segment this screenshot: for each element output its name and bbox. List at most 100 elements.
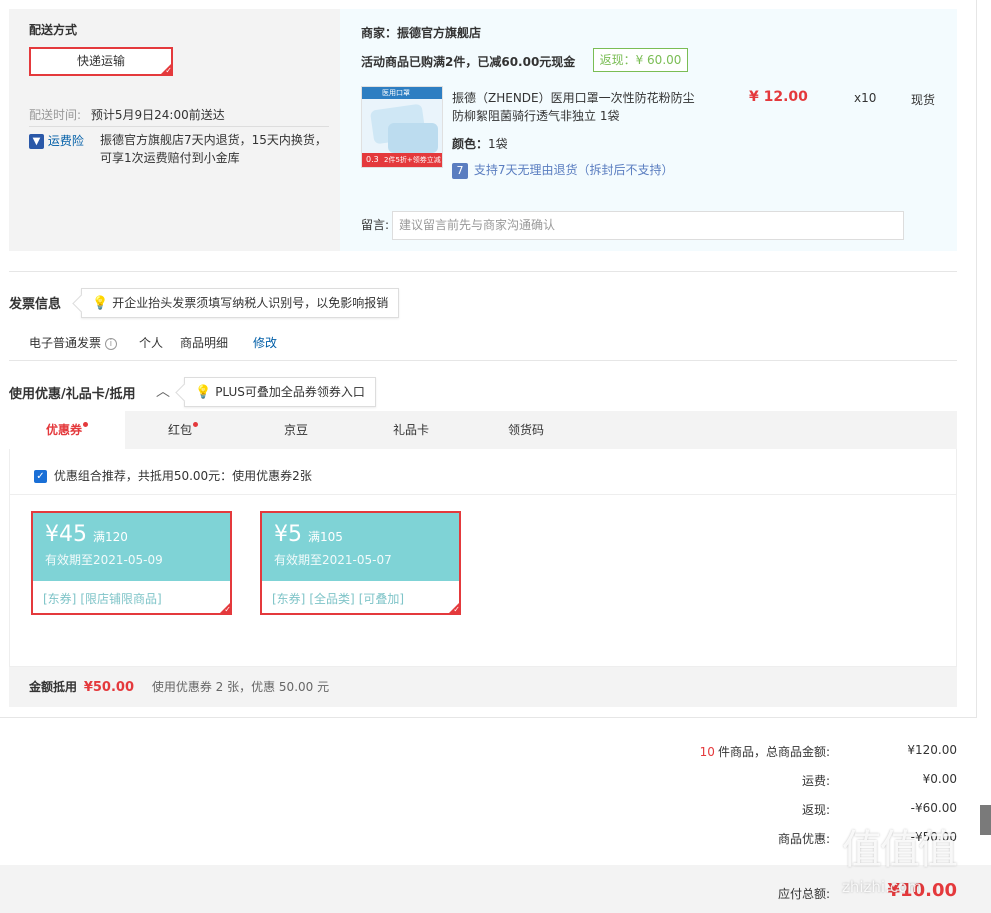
divider <box>29 126 329 127</box>
recommend-checkbox[interactable]: ✓ <box>34 470 47 483</box>
product-title-link[interactable]: 振德（ZHENDE）医用口罩一次性防花粉防尘 防柳絮阻菌骑行透气非独立 1袋 <box>452 89 702 125</box>
product-quantity: x10 <box>854 91 877 105</box>
product-title-line2: 防柳絮阻菌骑行透气非独立 1袋 <box>452 109 620 123</box>
tab-coupons[interactable]: 优惠券 <box>9 411 125 449</box>
goods-total-label: 10 件商品，总商品金额: <box>630 743 830 760</box>
coupon-card[interactable]: ¥5 满105 有效期至2021-05-07 [东券] [全品类] [可叠加] ✓ <box>260 511 461 615</box>
info-icon[interactable]: i <box>104 337 117 350</box>
watermark-logo: 值值值 <box>842 827 958 873</box>
product-color: 颜色：1袋 <box>452 135 508 152</box>
note-input[interactable]: 建议留言前先与商家沟通确认 <box>392 211 904 240</box>
tab-gift-card-label: 礼品卡 <box>392 423 429 437</box>
coupon-amount: ¥5 <box>274 522 302 547</box>
product-image[interactable]: 医用口罩 0.3 2件5折+领劵立减 <box>361 86 443 168</box>
stock-status: 现货 <box>911 93 936 107</box>
coupon-tag: [限店铺限商品] <box>80 592 162 606</box>
insurance-description: 振德官方旗舰店7天内退货，15天内换货， 可享1次运费赔付到小金库 <box>100 131 327 167</box>
goods-total-value: ¥120.00 <box>907 743 957 757</box>
payable-label: 应付总额: <box>777 887 830 901</box>
insurance-desc-line2: 可享1次运费赔付到小金库 <box>100 151 240 165</box>
divider <box>9 360 957 361</box>
freight-insurance-label: 运费险 <box>47 134 84 148</box>
coupon-tag: [全品类] <box>309 592 355 606</box>
color-value: 1袋 <box>488 137 508 151</box>
item-count: 10 <box>699 745 715 759</box>
discount-tabs: 优惠券 红包 京豆 礼品卡 领货码 <box>9 411 957 449</box>
tab-redeem-code-label: 领货码 <box>507 423 544 437</box>
coupon-condition: 满120 <box>93 530 128 544</box>
product-title-line1: 振德（ZHENDE）医用口罩一次性防花粉防尘 <box>452 91 695 105</box>
invoice-person: 个人 <box>139 336 164 350</box>
chevron-up-icon[interactable]: ︿ <box>156 381 170 401</box>
coupon-tag: [东券] <box>272 592 306 606</box>
shop-panel: 商家：振德官方旗舰店 活动商品已购满2件，已减60.00元现金 返现：¥ 60.… <box>340 9 957 251</box>
tab-jingdou-label: 京豆 <box>283 423 308 437</box>
divider <box>0 717 977 718</box>
delivery-panel: 配送方式 快递运输 ✓ 配送时间: 预计5月9日24:00前送达 ▼ 运费险 振… <box>9 9 340 251</box>
plus-coupon-tip-text: PLUS可叠加全品券领券入口 <box>215 385 365 399</box>
tab-red-packets-label: 红包 <box>167 423 192 437</box>
seven-day-return-icon: 7 <box>452 162 468 179</box>
invoice-type-label: 电子普通发票 <box>29 336 102 350</box>
divider <box>10 494 956 495</box>
summary-label: 金额抵用 <box>29 680 78 694</box>
promo-text: 活动商品已购满2件，已减60.00元现金 <box>361 55 576 69</box>
divider <box>976 0 977 717</box>
coupon-amount: ¥45 <box>45 522 87 547</box>
tab-red-packets[interactable]: 红包 <box>125 411 241 449</box>
tab-gift-card[interactable]: 礼品卡 <box>351 411 471 449</box>
tab-jingdou[interactable]: 京豆 <box>241 411 351 449</box>
divider <box>9 271 957 272</box>
coupon-card[interactable]: ¥45 满120 有效期至2021-05-09 [东券] [限店铺限商品] ✓ <box>31 511 232 615</box>
notification-dot-icon <box>193 422 198 427</box>
freight-value: ¥0.00 <box>922 772 957 786</box>
discount-summary: 金额抵用 ¥50.00 使用优惠券 2 张，优惠 50.00 元 <box>9 667 957 707</box>
merchant-name: 商家：振德官方旗舰店 <box>361 26 482 40</box>
product-discount-label: 商品优惠: <box>777 832 830 846</box>
invoice-detail: 商品明细 <box>180 336 229 350</box>
site-watermark: 值值值 zhizhi.com <box>842 828 991 913</box>
coupon-expiry: 有效期至2021-05-09 <box>45 553 163 567</box>
product-price: ¥ 12.00 <box>749 89 808 105</box>
selected-check-icon: ✓ <box>218 601 232 615</box>
color-label: 颜色： <box>452 137 489 151</box>
watermark-site: zhizhi.com <box>842 878 922 896</box>
invoice-type: 电子普通发票 i <box>29 334 117 351</box>
summary-amount: ¥50.00 <box>83 680 135 695</box>
insurance-desc-line1: 振德官方旗舰店7天内退货，15天内换货， <box>100 133 327 147</box>
product-image-price: 0.3 <box>366 155 379 164</box>
return-policy: 7 支持7天无理由退货（拆封后不支持） <box>452 161 673 179</box>
product-image-bottom-text: 2件5折+领劵立减 <box>384 156 441 164</box>
delivery-time: 配送时间: 预计5月9日24:00前送达 <box>29 106 225 123</box>
shield-icon: ▼ <box>29 134 44 149</box>
recommend-row: ✓ 优惠组合推荐，共抵用50.00元：使用优惠券2张 <box>34 467 312 484</box>
invoice-title: 发票信息 <box>9 297 62 312</box>
express-delivery-button[interactable]: 快递运输 ✓ <box>29 47 173 76</box>
cashback-value: -¥60.00 <box>910 801 957 815</box>
cashback-badge: 返现：¥ 60.00 <box>593 48 688 72</box>
note-label: 留言: <box>361 218 390 232</box>
tab-redeem-code[interactable]: 领货码 <box>471 411 581 449</box>
plus-coupon-tip[interactable]: 💡 PLUS可叠加全品券领券入口 <box>184 377 376 407</box>
coupon-tag: [可叠加] <box>358 592 405 606</box>
delivery-time-value: 预计5月9日24:00前送达 <box>90 108 225 122</box>
coupon-condition: 满105 <box>308 530 343 544</box>
selected-check-icon: ✓ <box>159 62 173 76</box>
return-policy-text: 支持7天无理由退货（拆封后不支持） <box>473 163 674 177</box>
freight-insurance-link[interactable]: ▼ 运费险 <box>29 132 84 149</box>
lightbulb-icon: 💡 <box>92 296 109 311</box>
delivery-section-label: 配送方式 <box>29 23 78 37</box>
freight-label: 运费: <box>801 774 830 788</box>
notification-dot-icon <box>83 422 88 427</box>
coupon-tag: [东券] <box>43 592 77 606</box>
coupon-expiry: 有效期至2021-05-07 <box>274 553 392 567</box>
invoice-tip-text: 开企业抬头发票须填写纳税人识别号，以免影响报销 <box>112 296 389 310</box>
recommend-text: 优惠组合推荐，共抵用50.00元：使用优惠券2张 <box>53 469 312 483</box>
discount-title: 使用优惠/礼品卡/抵用 <box>9 387 136 402</box>
selected-check-icon: ✓ <box>447 601 461 615</box>
invoice-tip: 💡 开企业抬头发票须填写纳税人识别号，以免影响报销 <box>81 288 400 318</box>
goods-total-text: 件商品，总商品金额: <box>717 745 830 759</box>
product-image-top-text: 医用口罩 <box>382 89 410 97</box>
cashback-label: 返现: <box>801 803 830 817</box>
invoice-edit-link[interactable]: 修改 <box>253 334 277 351</box>
